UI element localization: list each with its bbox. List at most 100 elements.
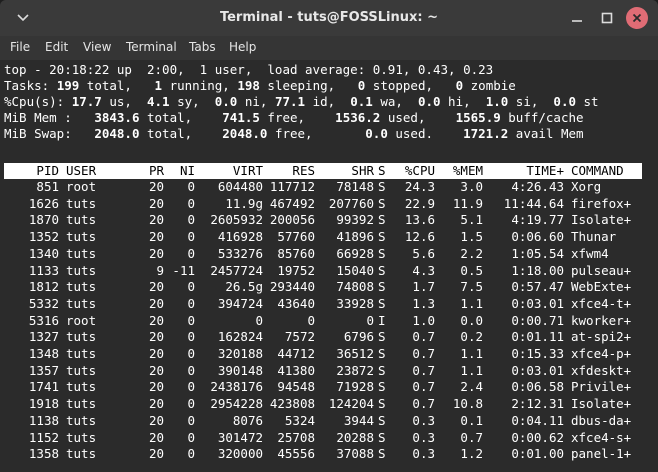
cell-user: tuts — [66, 295, 97, 311]
menu-bar: File Edit View Terminal Tabs Help — [0, 36, 658, 60]
cell-virt: 320000 — [217, 446, 263, 462]
cell-state: S — [378, 446, 386, 462]
table-row: 1918 tuts 20 0 2954228 423808 124204 S 0.7 10.8 2:… — [4, 396, 642, 412]
menu-help[interactable]: Help — [229, 40, 256, 54]
cell-pr: 20 — [148, 229, 164, 245]
cell-res: 19752 — [277, 262, 315, 278]
cpu-line: %Cpu(s): 17.7 us, 4.1 sy, 0.0 ni, 77.1 i… — [4, 94, 599, 109]
cell-state: S — [378, 362, 386, 378]
menu-terminal[interactable]: Terminal — [126, 40, 177, 54]
cell-ni: 0 — [187, 412, 195, 428]
cell-time: 4:19.77 — [511, 212, 564, 228]
cell-time: 0:01.11 — [511, 329, 564, 345]
close-icon[interactable] — [626, 7, 648, 29]
cell-pid: 1918 — [28, 396, 59, 412]
cell-cpu: 0.3 — [412, 429, 435, 445]
cell-ni: 0 — [187, 212, 195, 228]
cell-command: xfce4-p+ — [571, 346, 632, 361]
cell-state: S — [378, 379, 386, 395]
cell-mem: 10.8 — [452, 396, 483, 412]
cell-mem: 2.4 — [460, 379, 483, 395]
cell-mem: 1.5 — [460, 229, 483, 245]
cell-ni: 0 — [187, 229, 195, 245]
cell-ni: 0 — [187, 245, 195, 261]
cell-ni: 0 — [187, 346, 195, 361]
cell-res: 25708 — [277, 429, 315, 445]
swap-total: 2048.0 — [94, 126, 140, 141]
cell-user: tuts — [66, 195, 97, 211]
cell-shr: 0 — [366, 312, 374, 328]
cell-pid: 1152 — [28, 429, 59, 445]
cell-state: S — [378, 346, 386, 361]
cell-pid: 1357 — [28, 362, 59, 378]
cell-ni: 0 — [187, 362, 195, 378]
mem-total: 3843.6 — [94, 110, 140, 125]
cell-res: 85760 — [277, 245, 315, 261]
cell-virt: 604480 — [217, 179, 263, 194]
cell-user: tuts — [66, 279, 97, 295]
menu-tabs[interactable]: Tabs — [189, 40, 216, 54]
table-row: 1870 tuts 20 0 2605932 200056 99392 S 13.6 5.1 4:1… — [4, 212, 642, 228]
cell-time: 2:12.31 — [511, 396, 564, 412]
cpu-ni: 0.0 — [214, 94, 238, 109]
cell-ni: 0 — [187, 279, 195, 295]
cell-user: tuts — [66, 229, 97, 245]
cell-time: 0:15.33 — [511, 346, 564, 361]
menu-view[interactable]: View — [83, 40, 111, 54]
title-bar[interactable]: Terminal - tuts@FOSSLinux: ~ — [0, 0, 658, 36]
cell-user: tuts — [66, 212, 97, 228]
mem-used: 1536.2 — [335, 110, 381, 125]
cell-virt: 320188 — [217, 346, 263, 361]
cell-pr: 20 — [148, 195, 164, 211]
cell-command: pulseau+ — [571, 262, 632, 278]
cell-cpu: 12.6 — [404, 229, 435, 245]
cell-mem: 0.0 — [460, 312, 483, 328]
cell-virt: 162824 — [217, 329, 263, 345]
cell-shr: 207760 — [328, 195, 374, 211]
cell-res: 41380 — [277, 362, 315, 378]
cpu-us: 17.7 — [71, 94, 102, 109]
cell-shr: 33928 — [336, 295, 374, 311]
cell-mem: 5.1 — [460, 212, 483, 228]
column-header-user: USER — [66, 163, 97, 178]
cell-command: Thunar — [571, 229, 617, 245]
column-header-cpu: %CPU — [404, 163, 435, 178]
cell-pid: 1870 — [28, 212, 59, 228]
cell-cpu: 0.7 — [412, 346, 435, 361]
cell-res: 43640 — [277, 295, 315, 311]
menu-edit[interactable]: Edit — [45, 40, 68, 54]
cell-pid: 1626 — [28, 195, 59, 211]
table-row: 1152 tuts 20 0 301472 25708 20288 S 0.3 0.7 0:00.6… — [4, 430, 642, 446]
menu-file[interactable]: File — [10, 40, 30, 54]
cell-cpu: 0.3 — [412, 446, 435, 462]
table-row: 1358 tuts 20 0 320000 45556 37088 S 0.3 1.2 0:01.0… — [4, 446, 642, 462]
cell-state: S — [378, 262, 386, 278]
column-header-virt: VIRT — [232, 163, 263, 178]
tasks-line: Tasks: 199 total, 1 running, 198 sleepin… — [4, 78, 516, 93]
column-header-shr: SHR — [351, 163, 374, 178]
cell-shr: 20288 — [336, 429, 374, 445]
cell-res: 94548 — [277, 379, 315, 395]
cell-time: 4:26.43 — [511, 179, 564, 194]
minimize-icon[interactable] — [566, 7, 588, 29]
cell-pr: 20 — [148, 362, 164, 378]
cell-mem: 1.1 — [460, 295, 483, 311]
cpu-hi: 0.0 — [417, 94, 441, 109]
cell-state: S — [378, 245, 386, 261]
cell-command: Privile+ — [571, 379, 632, 395]
cell-ni: 0 — [187, 179, 195, 194]
terminal-output[interactable]: top - 20:18:22 up 2:00, 1 user, load ave… — [0, 60, 658, 472]
cell-command: dbus-da+ — [571, 412, 632, 428]
maximize-icon[interactable] — [596, 7, 618, 29]
cell-cpu: 24.3 — [404, 179, 435, 194]
cell-virt: 26.5g — [225, 279, 263, 295]
cell-command: Xorg — [571, 179, 602, 194]
table-row: 1133 tuts 9 -11 2457724 19752 15040 S 4.3 0.5 1:18… — [4, 263, 642, 279]
cell-cpu: 4.3 — [412, 262, 435, 278]
cell-virt: 533276 — [217, 245, 263, 261]
cell-user: tuts — [66, 396, 97, 412]
table-row: 1327 tuts 20 0 162824 7572 6796 S 0.7 0.2 0:01.11 a… — [4, 329, 642, 345]
column-header-ni: NI — [179, 163, 195, 178]
cell-cpu: 1.7 — [412, 279, 435, 295]
cell-state: S — [378, 195, 386, 211]
